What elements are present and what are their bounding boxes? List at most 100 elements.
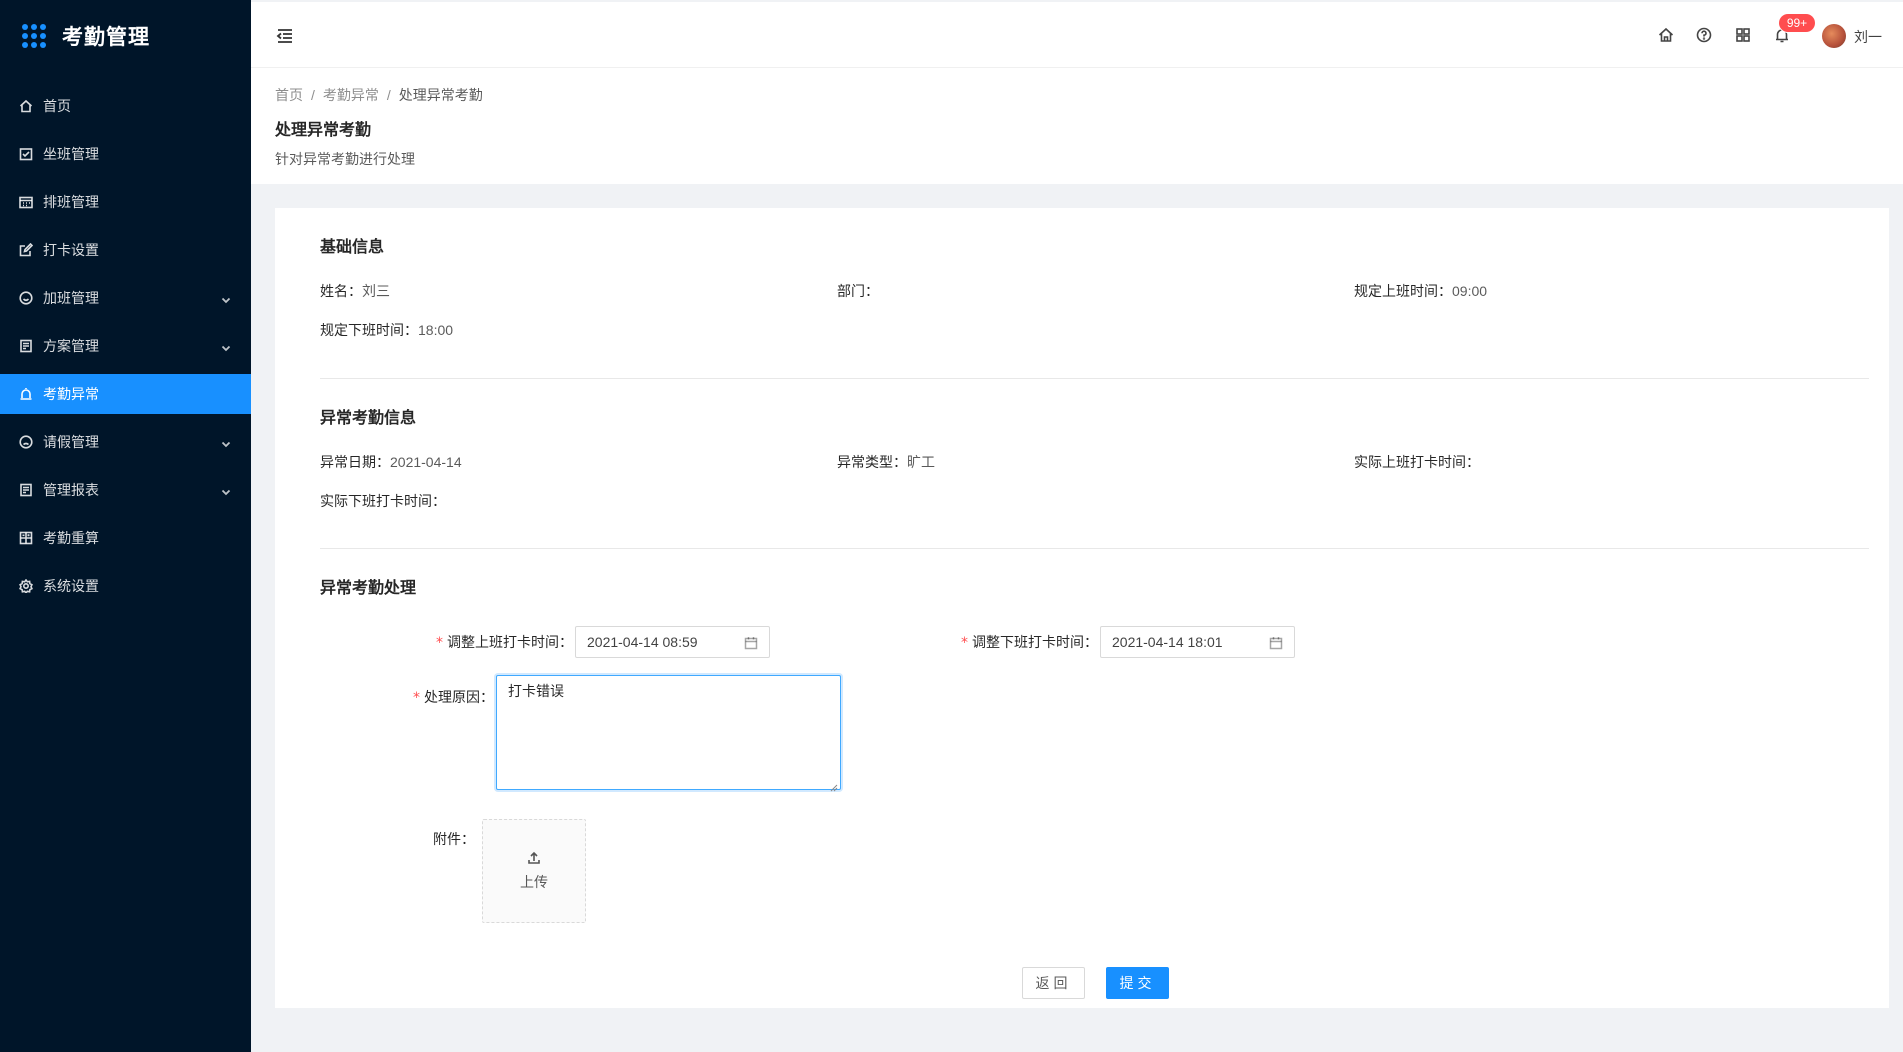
page-description: 针对异常考勤进行处理 — [275, 151, 415, 167]
field-label: 异常日期： — [320, 454, 390, 470]
actual-clock-in-field: 实际上班打卡时间： — [1354, 452, 1869, 473]
form-label: * 调整上班打卡时间： — [436, 632, 573, 652]
sidebar-item-home[interactable]: 首页 — [0, 86, 251, 126]
label-text: 调整下班打卡时间： — [972, 634, 1098, 650]
breadcrumb-separator: / — [386, 87, 391, 103]
form-label: * 调整下班打卡时间： — [961, 632, 1098, 652]
sidebar-item-label: 打卡设置 — [43, 242, 99, 258]
sidebar-item-leave[interactable]: 请假管理 — [0, 422, 251, 462]
menu-fold-icon[interactable] — [275, 26, 295, 46]
calendar-icon — [1269, 636, 1283, 650]
chevron-down-icon — [221, 436, 231, 448]
main-card: 基础信息 姓名：刘三 部门： 规定上班时间：09:00 规定下班时间：18:00… — [275, 208, 1889, 1008]
department-field: 部门： — [837, 281, 1354, 302]
handling-section: 异常考勤处理 * 调整上班打卡时间： 2021-04-14 08:59 * 调整下班… — [320, 549, 1869, 1009]
appstore-icon[interactable] — [1734, 26, 1752, 44]
app-logo[interactable]: 考勤管理 — [0, 0, 251, 72]
calendar-icon — [744, 636, 758, 650]
sidebar-menu: 首页 坐班管理 排班管理 打卡设置 加班管理 方案管理 考勤异常 请假管理 管理… — [0, 86, 251, 606]
sidebar-item-schedule[interactable]: 排班管理 — [0, 182, 251, 222]
field-value: 刘三 — [362, 283, 390, 299]
basic-info-grid: 姓名：刘三 部门： 规定上班时间：09:00 规定下班时间：18:00 — [320, 281, 1869, 341]
field-label: 实际上班打卡时间： — [1354, 454, 1480, 470]
help-icon[interactable] — [1695, 26, 1713, 44]
home-icon — [19, 99, 33, 113]
sidebar-item-label: 管理报表 — [43, 482, 99, 498]
chevron-down-icon — [221, 484, 231, 496]
sidebar-item-attendance-abnormal[interactable]: 考勤异常 — [0, 374, 251, 414]
upload-label: 上传 — [520, 873, 548, 890]
top-header: 99+ 刘一 — [251, 2, 1903, 68]
field-value: 18:00 — [418, 322, 454, 338]
upload-button[interactable]: 上传 — [482, 819, 586, 923]
adjust-clock-out-row: * 调整下班打卡时间： 2021-04-14 18:01 — [961, 626, 1295, 658]
apps-grid-icon — [22, 24, 46, 48]
adjust-clock-in-picker[interactable]: 2021-04-14 08:59 — [575, 626, 770, 658]
avatar[interactable] — [1822, 24, 1846, 48]
breadcrumb: 首页 / 考勤异常 / 处理异常考勤 — [275, 84, 1879, 106]
section-title: 异常考勤处理 — [320, 580, 417, 597]
back-button[interactable]: 返回 — [1022, 967, 1085, 999]
abnormal-date-field: 异常日期：2021-04-14 — [320, 452, 837, 473]
sidebar-item-label: 考勤异常 — [43, 386, 99, 402]
field-value: 旷工 — [907, 454, 935, 470]
name-field: 姓名：刘三 — [320, 281, 837, 302]
required-mark: * — [413, 690, 420, 706]
field-value: 2021-04-14 — [390, 454, 462, 470]
notification-badge: 99+ — [1779, 14, 1815, 32]
calendar-check-icon — [19, 147, 33, 161]
basic-info-section: 基础信息 姓名：刘三 部门： 规定上班时间：09:00 规定下班时间：18:00 — [320, 208, 1869, 378]
sidebar-item-punch-settings[interactable]: 打卡设置 — [0, 230, 251, 270]
sidebar-item-reports[interactable]: 管理报表 — [0, 470, 251, 510]
smile-icon — [19, 291, 33, 305]
attachment-row: 附件： 上传 — [433, 819, 586, 923]
document-icon — [19, 339, 33, 353]
sidebar-item-settings[interactable]: 系统设置 — [0, 566, 251, 606]
actual-clock-out-field: 实际下班打卡时间： — [320, 491, 837, 512]
label-text: 调整上班打卡时间： — [447, 634, 573, 650]
adjust-clock-out-picker[interactable]: 2021-04-14 18:01 — [1100, 626, 1295, 658]
textarea-value: 打卡错误 — [508, 683, 564, 699]
sidebar-item-label: 方案管理 — [43, 338, 99, 354]
field-label: 规定下班时间： — [320, 322, 418, 338]
setting-icon — [19, 579, 33, 593]
chevron-down-icon — [221, 292, 231, 304]
section-title: 异常考勤信息 — [320, 410, 417, 427]
upload-icon — [527, 851, 541, 868]
breadcrumb-item-home[interactable]: 首页 — [275, 85, 303, 105]
adjust-clock-in-row: * 调整上班打卡时间： 2021-04-14 08:59 — [436, 626, 770, 658]
sidebar-item-plan[interactable]: 方案管理 — [0, 326, 251, 366]
form-label: 附件： — [433, 831, 475, 847]
form-label: * 处理原因： — [413, 687, 494, 707]
user-name[interactable]: 刘一 — [1854, 27, 1882, 47]
abnormal-info-grid: 异常日期：2021-04-14 异常类型：旷工 实际上班打卡时间： 实际下班打卡… — [320, 452, 1869, 512]
home-icon[interactable] — [1657, 26, 1675, 44]
sidebar-item-recalculate[interactable]: 考勤重算 — [0, 518, 251, 558]
page-title: 处理异常考勤 — [275, 122, 372, 139]
scheduled-end-field: 规定下班时间：18:00 — [320, 320, 837, 341]
sidebar-item-label: 坐班管理 — [43, 146, 99, 162]
app-title: 考勤管理 — [62, 26, 150, 49]
submit-button[interactable]: 提交 — [1106, 967, 1169, 999]
reason-textarea[interactable]: 打卡错误 — [496, 675, 841, 792]
required-mark: * — [961, 635, 968, 651]
sidebar-item-overtime[interactable]: 加班管理 — [0, 278, 251, 318]
resize-handle-icon[interactable] — [830, 779, 838, 792]
field-label: 异常类型： — [837, 454, 907, 470]
sidebar-item-label: 排班管理 — [43, 194, 99, 210]
page-header: 首页 / 考勤异常 / 处理异常考勤 处理异常考勤 针对异常考勤进行处理 — [251, 68, 1903, 184]
picker-value: 2021-04-14 08:59 — [587, 634, 698, 650]
breadcrumb-item-abnormal[interactable]: 考勤异常 — [323, 85, 379, 105]
breadcrumb-item-current: 处理异常考勤 — [398, 87, 483, 103]
scheduled-start-field: 规定上班时间：09:00 — [1354, 281, 1869, 302]
alert-icon — [19, 387, 33, 401]
sidebar-item-label: 首页 — [43, 98, 71, 114]
abnormal-type-field: 异常类型：旷工 — [837, 452, 1354, 473]
section-title: 基础信息 — [320, 239, 385, 256]
field-label: 规定上班时间： — [1354, 283, 1452, 299]
sidebar: 考勤管理 首页 坐班管理 排班管理 打卡设置 加班管理 方案管理 考勤异常 请假… — [0, 0, 251, 1052]
abnormal-info-section: 异常考勤信息 异常日期：2021-04-14 异常类型：旷工 实际上班打卡时间：… — [320, 379, 1869, 548]
sidebar-item-label: 加班管理 — [43, 290, 99, 306]
sidebar-item-label: 考勤重算 — [43, 530, 99, 546]
sidebar-item-shift[interactable]: 坐班管理 — [0, 134, 251, 174]
